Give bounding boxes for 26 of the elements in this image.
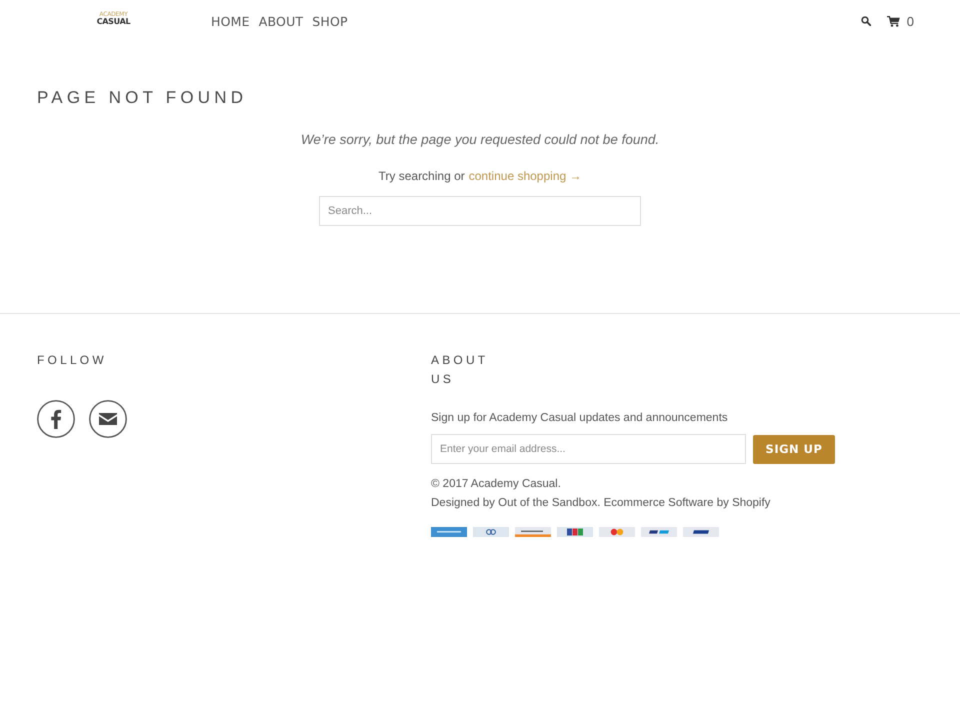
error-message: We’re sorry, but the page you requested could not be found. [300, 132, 660, 147]
payment-card-icon [641, 527, 677, 537]
about-heading: ABOUT US [431, 352, 490, 388]
search-field[interactable]: Search... [319, 196, 641, 226]
copyright-text: © 2017 Academy Casual. [431, 477, 561, 492]
payment-card-icon [683, 527, 719, 537]
payment-card-icon [431, 527, 467, 537]
email-field[interactable]: Enter your email address... [431, 434, 746, 464]
nav-link[interactable]: HOME [211, 14, 250, 28]
credits-text: Designed by Out of the Sandbox. Ecommerce Software by Shopify [431, 496, 770, 511]
payment-card-icon [515, 527, 551, 537]
nav-link[interactable]: SHOP [312, 14, 348, 28]
search-icon[interactable] [860, 16, 871, 26]
facebook-icon[interactable] [37, 400, 75, 438]
hint-text: Try searching or [378, 169, 465, 183]
logo-text[interactable]: CASUAL [96, 18, 130, 26]
payment-card-icon [473, 527, 509, 537]
nav-link[interactable]: ABOUT [258, 14, 304, 28]
page-title: PAGE NOT FOUND [37, 88, 248, 108]
signup-text: Sign up for Academy Casual updates and announcements [431, 412, 728, 424]
payment-card-icon [557, 527, 593, 537]
envelope-icon[interactable] [89, 400, 127, 438]
follow-heading: FOLLOW [37, 352, 107, 369]
cart-icon [886, 16, 900, 26]
cart-link[interactable]: 0 [886, 14, 914, 28]
payment-card-icon [599, 527, 635, 537]
